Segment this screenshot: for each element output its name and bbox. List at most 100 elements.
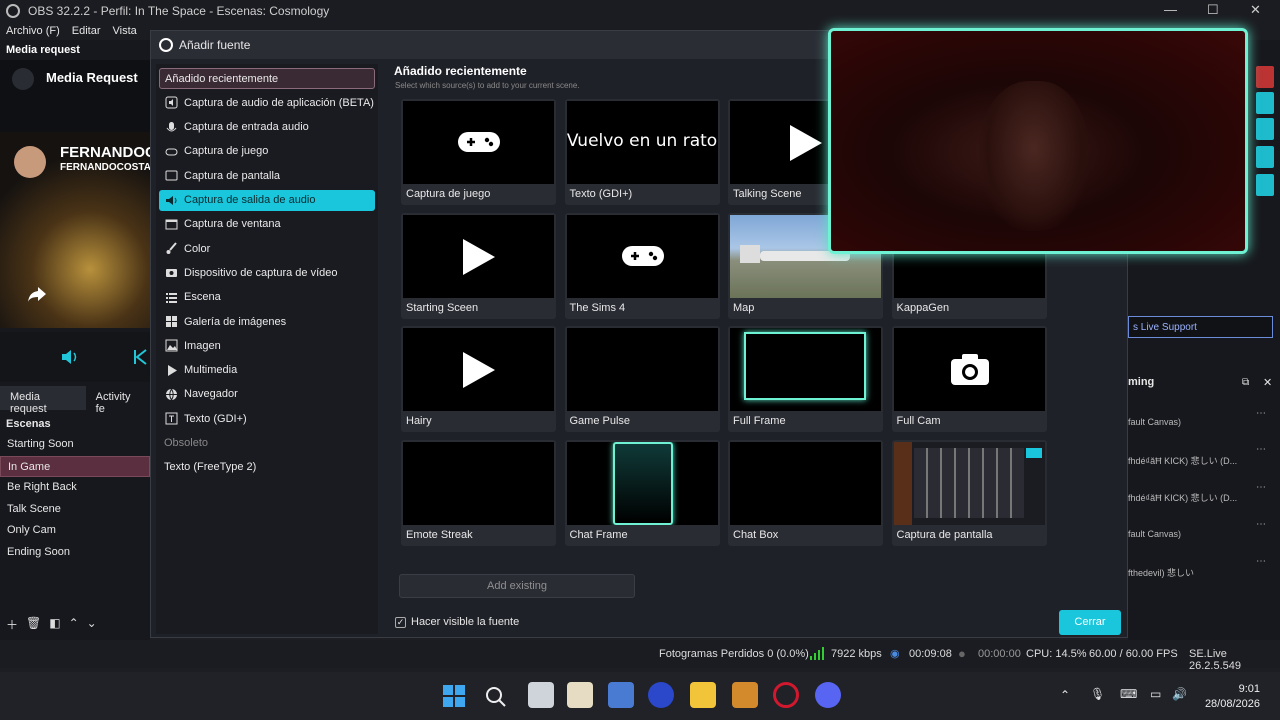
source-tile-chat-box[interactable]: Chat Box (728, 439, 883, 546)
play-icon (463, 238, 495, 275)
scene-item[interactable]: Be Right Back (0, 477, 150, 499)
add-existing-button[interactable]: Add existing (399, 574, 635, 598)
more-icon[interactable]: ⋯ (1256, 408, 1266, 419)
scene-item-selected[interactable]: In Game (0, 455, 150, 478)
source-tile-the-sims-4[interactable]: The Sims 4 (564, 212, 720, 319)
menu-file[interactable]: Archivo (F) (6, 25, 60, 37)
share-icon[interactable] (26, 284, 48, 304)
previous-icon[interactable] (132, 348, 148, 366)
source-type-anadido-recientemente[interactable]: Añadido recientemente (159, 68, 375, 89)
float-dock-icon[interactable]: ⧉ (1242, 377, 1249, 388)
move-down-icon[interactable]: ⌄ (87, 616, 97, 633)
source-type-label: Captura de salida de audio (184, 194, 316, 206)
scene-item[interactable]: Only Cam (0, 520, 150, 542)
source-type-captura-de-ventana[interactable]: Captura de ventana (159, 214, 375, 235)
source-tile-starting-sceen[interactable]: Starting Sceen (401, 212, 556, 319)
tile-label: Chat Box (733, 528, 779, 541)
dialog-title: Añadir fuente (179, 38, 251, 52)
source-type-galeria-de-imagenes[interactable]: Galería de imágenes (159, 311, 375, 332)
tab-activity-feed[interactable]: Activity fe (86, 386, 150, 415)
source-type-dispositivo-de-captura-de-video[interactable]: Dispositivo de captura de vídeo (159, 262, 375, 283)
dock-button[interactable] (1256, 174, 1274, 196)
source-type-texto-gdi[interactable]: Texto (GDI+) (159, 408, 375, 429)
more-icon[interactable]: ⋯ (1256, 519, 1266, 530)
media-video-preview[interactable]: FERNANDOC FERNANDOCOSTA (0, 132, 156, 328)
discord-icon[interactable] (815, 682, 841, 708)
source-type-imagen[interactable]: Imagen (159, 335, 375, 356)
checkbox-checked-icon[interactable]: ✓ (395, 616, 406, 628)
close-dock-icon[interactable]: ✕ (1263, 376, 1272, 389)
move-up-icon[interactable]: ⌃ (69, 616, 79, 633)
scene-list: Starting Soon In Game Be Right Back Talk… (0, 434, 150, 564)
more-icon[interactable]: ⋯ (1256, 444, 1266, 455)
record-button[interactable] (1256, 66, 1274, 88)
volume-icon[interactable] (60, 348, 82, 366)
menu-edit[interactable]: Editar (72, 25, 101, 37)
source-tile-captura-de-juego[interactable]: Captura de juego (401, 99, 556, 205)
keyboard-icon[interactable]: ⌨ (1120, 687, 1137, 701)
scene-item[interactable]: Starting Soon (0, 434, 150, 456)
close-button[interactable]: Cerrar (1059, 610, 1121, 635)
tab-media-request[interactable]: Media request (0, 386, 86, 415)
source-type-captura-de-entrada-audio[interactable]: Captura de entrada audio (159, 117, 375, 138)
clock[interactable]: 9:01 28/08/2026 (1205, 682, 1260, 712)
minimize-icon[interactable]: — (1164, 2, 1177, 17)
add-icon[interactable]: ＋ (6, 616, 18, 633)
monitor-icon (164, 169, 178, 183)
speaker-tray-icon[interactable]: 🔊 (1172, 687, 1187, 701)
obs-logo-icon (159, 38, 173, 52)
source-tile-captura-de-pantalla[interactable]: Captura de pantalla (891, 439, 1047, 546)
filter-icon[interactable]: ◧ (49, 616, 60, 633)
search-icon[interactable] (485, 686, 507, 708)
menu-view[interactable]: Vista (113, 25, 137, 37)
source-type-captura-de-audio-de-aplicacion-beta[interactable]: Captura de audio de aplicación (BETA) (159, 92, 375, 113)
source-tile-hairy[interactable]: Hairy (401, 326, 556, 432)
more-icon[interactable]: ⋯ (1256, 556, 1266, 567)
maximize-icon[interactable]: ☐ (1207, 2, 1219, 18)
chat-frame-preview (612, 441, 673, 525)
calculator-icon[interactable] (608, 682, 634, 708)
network-icon[interactable]: ▭ (1150, 687, 1161, 701)
media-player-icon[interactable] (648, 682, 674, 708)
source-type-escena[interactable]: Escena (159, 287, 375, 308)
source-type-captura-de-pantalla[interactable]: Captura de pantalla (159, 165, 375, 186)
record-icon: ● (958, 646, 966, 661)
source-type-navegador[interactable]: Navegador (159, 384, 375, 405)
source-tile-full-frame[interactable]: Full Frame (728, 326, 883, 432)
notepad-icon[interactable] (567, 682, 593, 708)
source-type-texto-freetype-2[interactable]: Texto (FreeType 2) (159, 457, 375, 478)
obs-task-icon[interactable] (732, 682, 758, 708)
live-support-link[interactable]: s Live Support (1128, 316, 1273, 338)
opera-icon[interactable] (773, 682, 799, 708)
trash-icon[interactable]: 🗑 (26, 616, 41, 633)
source-type-label: Captura de pantalla (184, 169, 281, 182)
source-type-captura-de-juego[interactable]: Captura de juego (159, 141, 375, 162)
source-type-captura-de-salida-de-audio[interactable]: Captura de salida de audio (159, 189, 375, 211)
source-tile-full-cam[interactable]: Full Cam (891, 326, 1047, 432)
source-type-color[interactable]: Color (159, 238, 375, 259)
file-explorer-icon[interactable] (690, 682, 716, 708)
source-tile-texto-gdi[interactable]: Vuelvo en un rato Texto (GDI+) (564, 99, 720, 205)
microphone-tray-icon[interactable]: 🎙 (1090, 687, 1105, 701)
source-tile-game-pulse[interactable]: Game Pulse (564, 326, 720, 432)
source-tile-chat-frame[interactable]: Chat Frame (564, 439, 720, 546)
tile-label: Chat Frame (569, 528, 628, 541)
dock-button[interactable] (1256, 146, 1274, 168)
settings-button[interactable] (1256, 118, 1274, 140)
visible-source-checkbox[interactable]: ✓ Hacer visible la fuente (395, 616, 519, 628)
webcam-overlay (828, 28, 1248, 254)
more-icon[interactable]: ⋯ (1256, 482, 1266, 493)
scene-item[interactable]: Ending Soon (0, 542, 150, 564)
source-type-multimedia[interactable]: Multimedia (159, 360, 375, 381)
stream-row: fthedevil) 悲しい (1128, 568, 1195, 578)
play-icon (790, 125, 822, 161)
scene-item[interactable]: Talk Scene (0, 499, 150, 521)
source-tile-emote-streak[interactable]: Emote Streak (401, 439, 556, 546)
task-view-icon[interactable] (528, 682, 554, 708)
dock-button[interactable] (1256, 92, 1274, 114)
source-type-label: Navegador (184, 388, 238, 401)
chevron-up-icon[interactable]: ⌃ (1060, 688, 1070, 702)
windows-start-icon[interactable] (443, 685, 465, 707)
source-type-label: Captura de ventana (184, 218, 281, 231)
close-window-icon[interactable]: ✕ (1250, 2, 1261, 18)
